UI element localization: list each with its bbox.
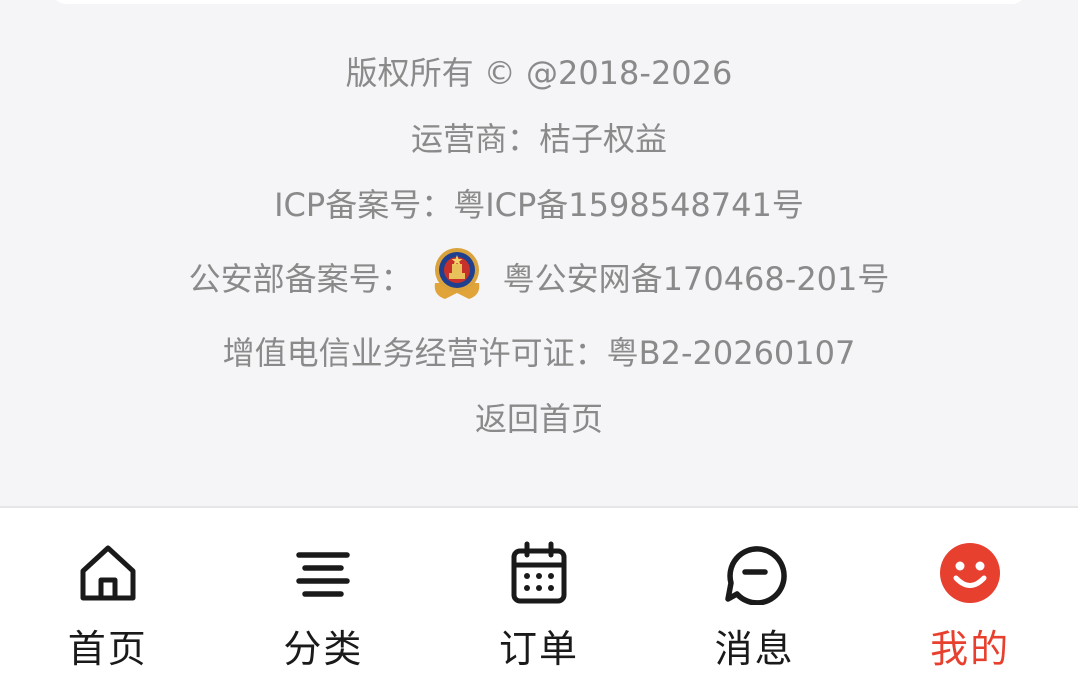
operator-text: 运营商：桔子权益 — [410, 120, 667, 158]
page: 版权所有 © @2018-2026 运营商：桔子权益 ICP备案号：粤ICP备1… — [0, 0, 1078, 692]
tab-mine-label: 我的 — [930, 627, 1011, 671]
police-record-value: 粤公安网备170468-201号 — [502, 260, 890, 298]
tab-messages-label: 消息 — [714, 627, 795, 671]
license-text: 增值电信业务经营许可证：粤B2-20260107 — [222, 334, 856, 372]
tab-home[interactable]: 首页 — [0, 508, 216, 692]
tab-orders-label: 订单 — [498, 627, 579, 671]
tab-mine[interactable]: 我的 — [862, 508, 1078, 692]
police-record-label: 公安部备案号： — [188, 260, 413, 298]
menu-lines-icon — [288, 538, 358, 608]
tab-category-label: 分类 — [283, 627, 364, 671]
icp-text: ICP备案号：粤ICP备1598548741号 — [274, 186, 804, 224]
chat-bubble-icon — [720, 538, 790, 608]
bottom-tabbar: 首页 分类 订单 消息 我的 — [0, 508, 1078, 692]
police-emblem-icon — [429, 243, 485, 303]
smiley-icon — [935, 538, 1005, 608]
copyright-text: 版权所有 © @2018-2026 — [345, 54, 733, 92]
top-card-edge — [52, 0, 1026, 4]
tab-category[interactable]: 分类 — [216, 508, 432, 692]
tab-orders[interactable]: 订单 — [431, 508, 647, 692]
footer-info: 版权所有 © @2018-2026 运营商：桔子权益 ICP备案号：粤ICP备1… — [0, 40, 1078, 452]
back-home-link[interactable]: 返回首页 — [0, 386, 1078, 452]
police-record: 公安部备案号： 粤公安网备170468-201号 — [0, 238, 1078, 320]
tab-home-label: 首页 — [67, 627, 148, 671]
home-icon — [73, 538, 143, 608]
calendar-icon — [504, 538, 574, 608]
tab-messages[interactable]: 消息 — [647, 508, 863, 692]
